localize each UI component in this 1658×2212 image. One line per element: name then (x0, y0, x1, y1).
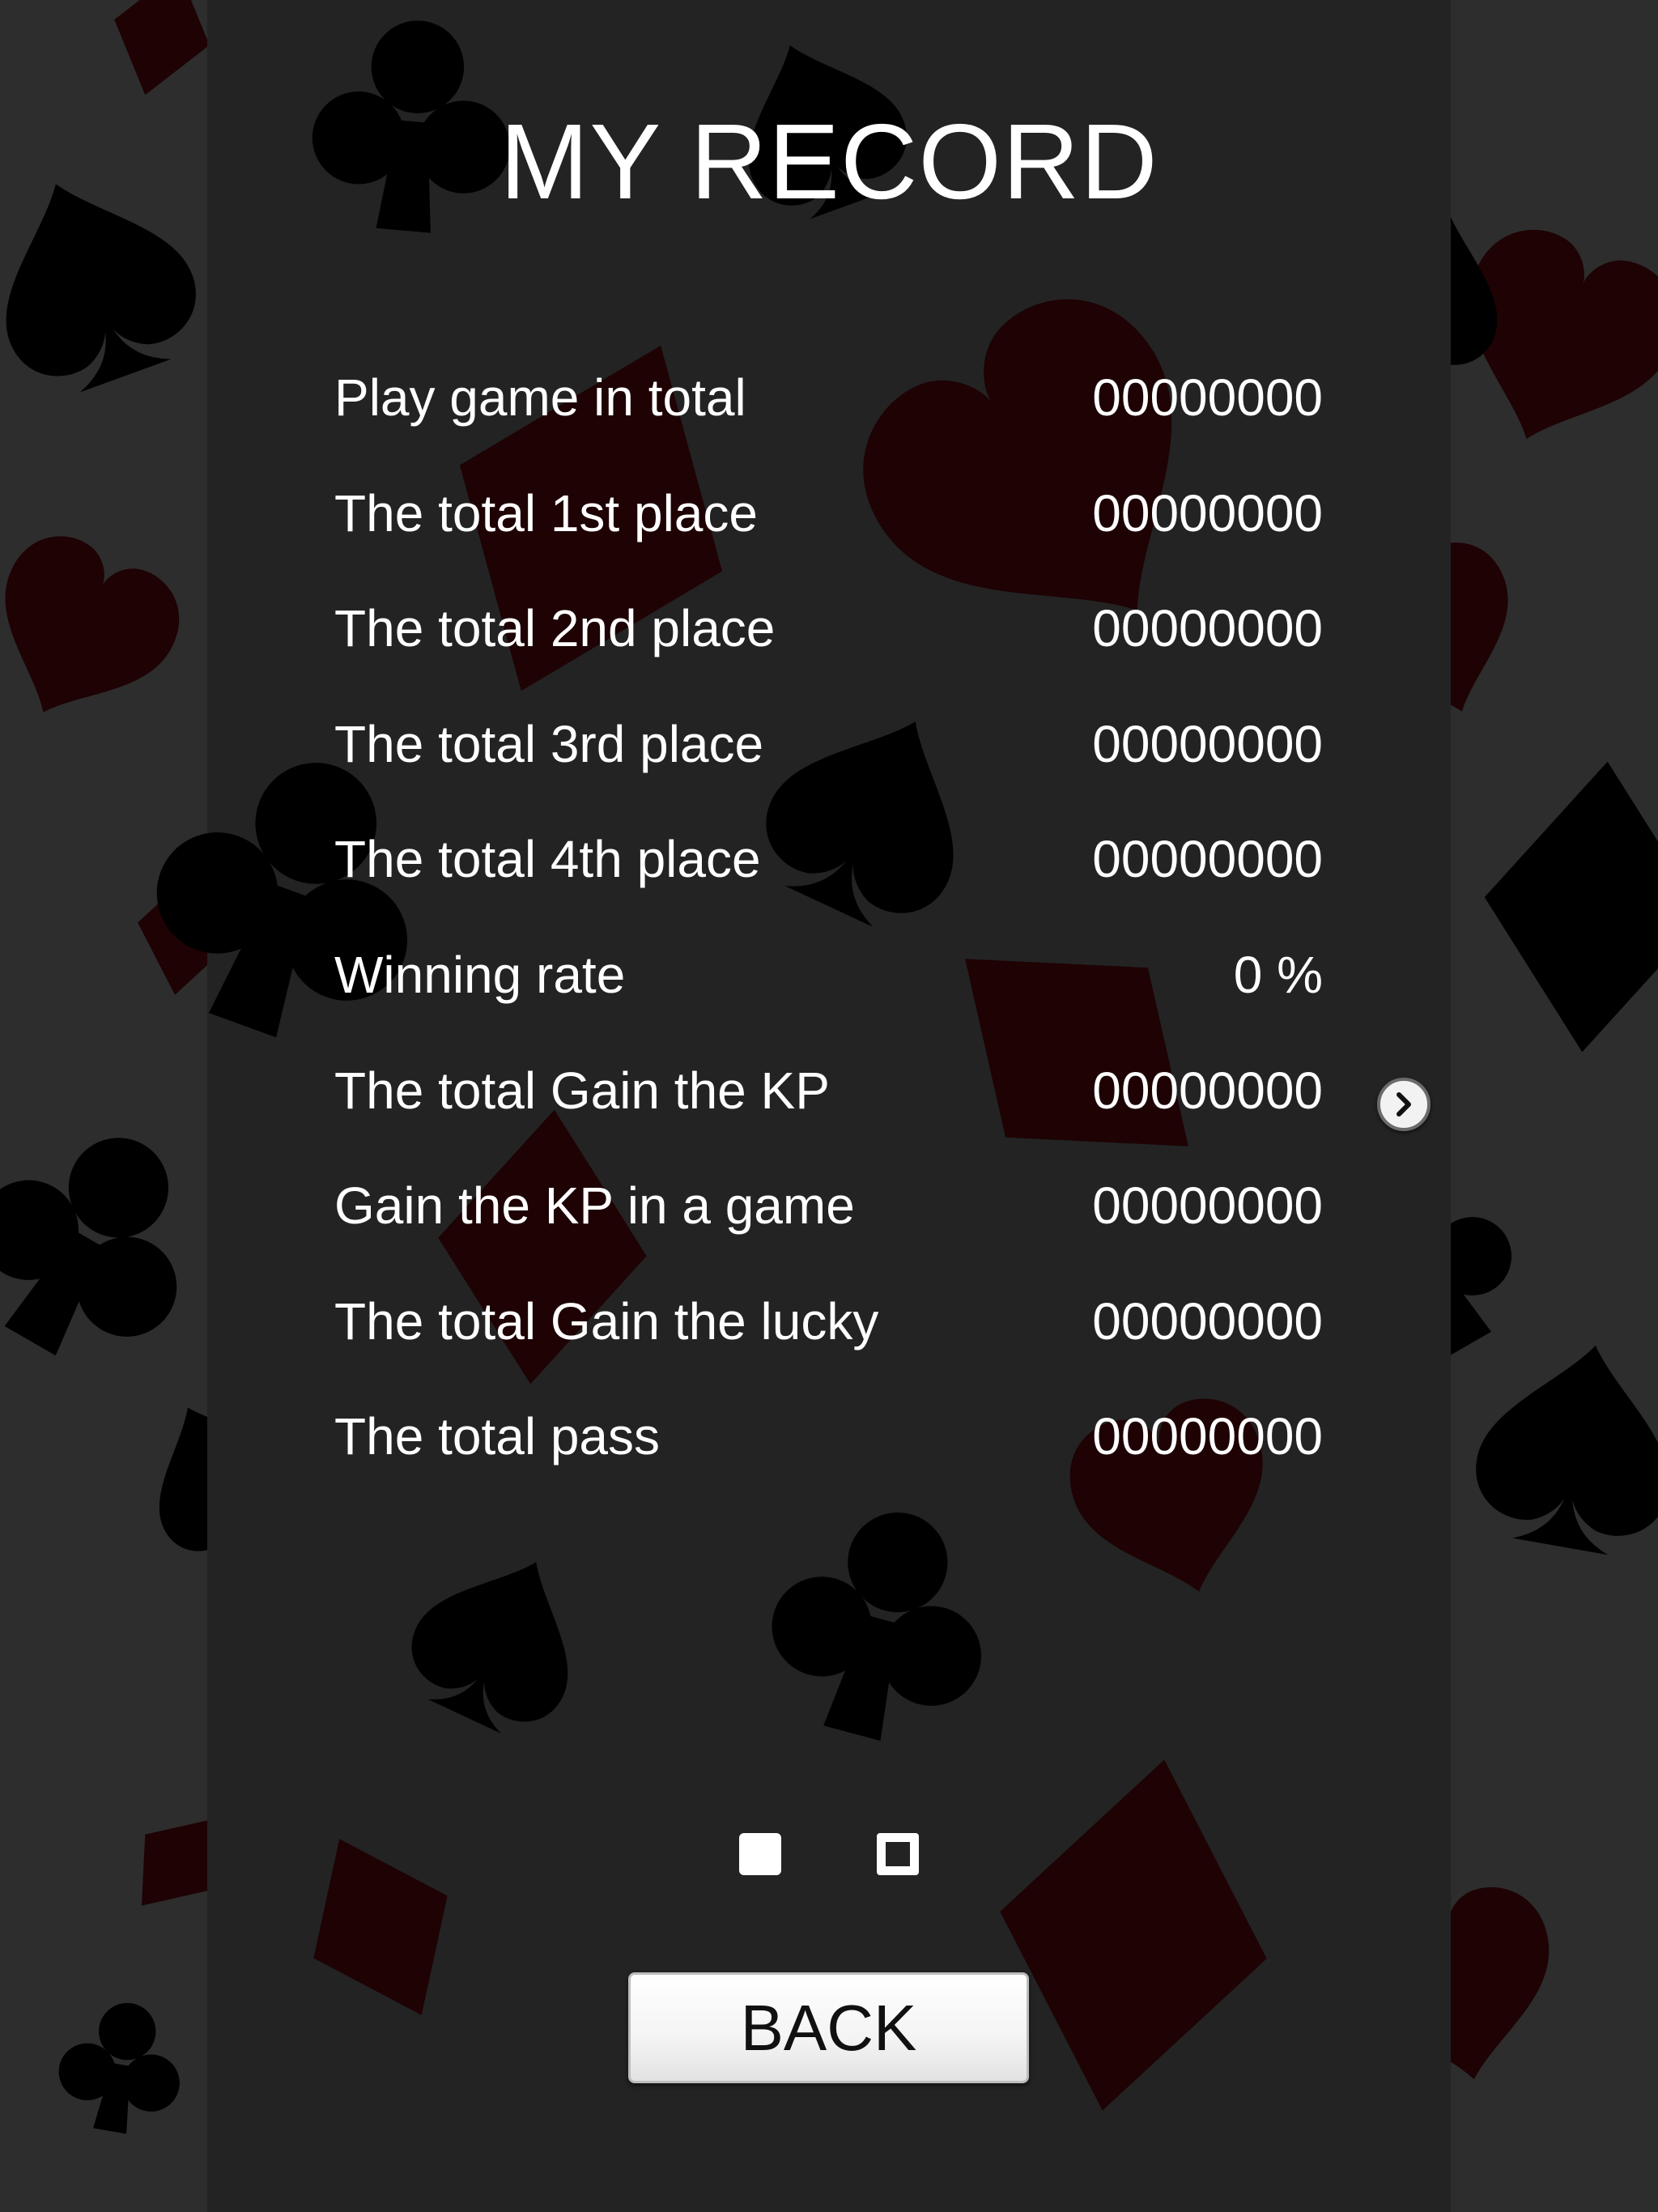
stat-label: The total pass (334, 1407, 660, 1466)
stat-label: Winning rate (334, 945, 626, 1004)
club-icon (0, 1091, 236, 1394)
stat-value: 00000000 (1092, 599, 1323, 658)
stat-row-winning-rate: Winning rate 0 % (334, 926, 1323, 1042)
stat-label: The total 3rd place (334, 714, 764, 773)
stat-row-2nd-place: The total 2nd place 00000000 (334, 580, 1323, 696)
stat-label: The total 4th place (334, 830, 761, 889)
back-button[interactable]: BACK (628, 1972, 1029, 2083)
heart-icon (0, 519, 197, 751)
stat-value: 00000000 (1092, 1291, 1323, 1351)
club-icon (49, 1993, 193, 2142)
stat-value: 00000000 (1092, 714, 1323, 773)
stat-label: The total 2nd place (334, 599, 776, 658)
stat-row-kp-per-game: Gain the KP in a game 00000000 (334, 1157, 1323, 1273)
stat-label: The total 1st place (334, 483, 758, 542)
stat-row-play-total: Play game in total 00000000 (334, 349, 1323, 465)
stat-row-4th-place: The total 4th place 00000000 (334, 810, 1323, 926)
page-indicator-1[interactable] (739, 1833, 781, 1875)
stat-row-3rd-place: The total 3rd place 00000000 (334, 696, 1323, 811)
stat-label: Gain the KP in a game (334, 1176, 855, 1236)
stat-row-1st-place: The total 1st place 00000000 (334, 465, 1323, 581)
stat-row-total-kp: The total Gain the KP 00000000 (334, 1042, 1323, 1158)
stat-label: The total Gain the KP (334, 1061, 830, 1120)
stat-label: Play game in total (334, 368, 746, 427)
diamond-icon (97, 0, 227, 108)
stat-value: 0 % (1233, 945, 1323, 1004)
stat-value: 00000000 (1092, 1176, 1323, 1236)
chevron-right-icon (1397, 1092, 1411, 1117)
stat-value: 00000000 (1092, 830, 1323, 889)
stat-row-total-pass: The total pass 00000000 (334, 1388, 1323, 1504)
page-indicator-2[interactable] (877, 1833, 919, 1875)
page-title: MY RECORD (500, 102, 1158, 221)
next-page-button[interactable] (1377, 1078, 1431, 1131)
stat-label: The total Gain the lucky (334, 1291, 879, 1351)
stat-row-total-lucky: The total Gain the lucky 00000000 (334, 1273, 1323, 1389)
diamond-icon (1472, 751, 1658, 1062)
stat-value: 00000000 (1092, 368, 1323, 427)
stat-value: 00000000 (1092, 1407, 1323, 1466)
stat-value: 00000000 (1092, 483, 1323, 542)
spade-icon (1464, 1328, 1658, 1563)
stat-value: 00000000 (1092, 1061, 1323, 1120)
stats-list: Play game in total 00000000 The total 1s… (334, 349, 1323, 1504)
